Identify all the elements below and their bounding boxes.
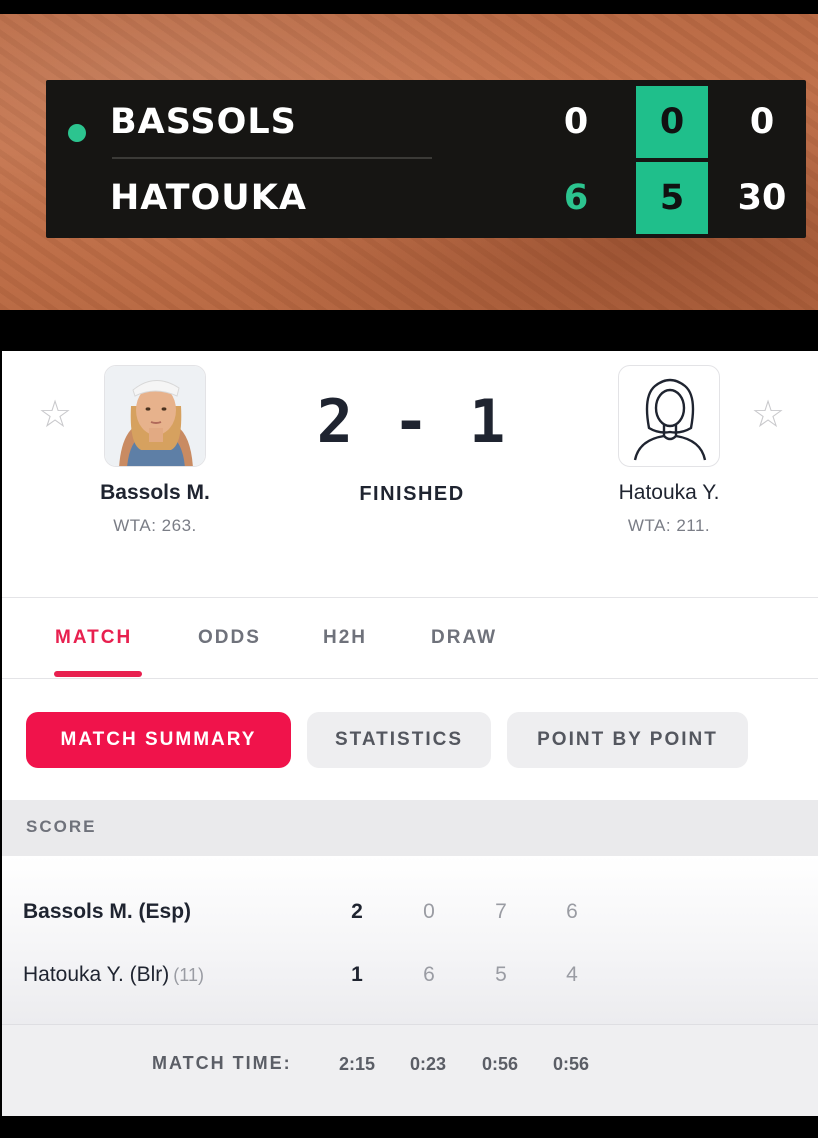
subtab-statistics[interactable]: STATISTICS [307, 712, 491, 768]
player-photo-bassols[interactable] [104, 365, 206, 467]
set-score: 5 [495, 963, 507, 986]
match-time-row: MATCH TIME: 2:15 0:23 0:56 0:56 [2, 1024, 818, 1116]
sets-won: 1 [351, 963, 363, 986]
set-time: 0:56 [481, 1054, 519, 1074]
set-time: 0:23 [409, 1054, 447, 1074]
active-tab-indicator [54, 671, 142, 677]
scoreboard-row-hatouka: HATOUKA 6 5 30 [46, 160, 806, 234]
score-section-header: SCORE [2, 800, 818, 856]
player-name-home[interactable]: Bassols M. [45, 481, 265, 505]
sets-won: 2 [351, 900, 363, 923]
match-score: 2 - 1 [316, 387, 508, 457]
match-time-label: MATCH TIME: [152, 1053, 292, 1073]
set-score: 4 [566, 963, 578, 986]
scoreboard-player-name: HATOUKA [110, 178, 307, 218]
score-table: Bassols M. (Esp) 2 0 7 6 Hatouka Y. (Blr… [2, 856, 818, 1024]
scoreboard-divider [112, 157, 432, 159]
scoreboard-row-bassols: BASSOLS 0 0 0 [46, 84, 806, 158]
player-rank-home: WTA: 263. [113, 516, 197, 535]
set-score: 6 [566, 900, 578, 923]
row-player-name: Bassols M. (Esp) [23, 900, 192, 923]
set-score: 7 [495, 900, 507, 923]
set-score: 6 [423, 963, 435, 986]
total-match-time: 2:15 [338, 1054, 376, 1074]
table-row[interactable]: Hatouka Y. (Blr) (11) 1 6 5 4 [2, 957, 818, 997]
tab-draw[interactable]: DRAW [431, 627, 497, 649]
divider [2, 678, 818, 679]
tab-h2h[interactable]: H2H [323, 627, 367, 649]
favorite-star-icon[interactable]: ☆ [748, 395, 788, 435]
scoreboard-player-name: BASSOLS [110, 102, 297, 142]
subtab-match-summary[interactable]: MATCH SUMMARY [26, 712, 291, 768]
scoreboard-game-points: 30 [737, 178, 787, 218]
scoreboard-set1: 6 [563, 178, 589, 218]
scoreboard-game-points: 0 [749, 102, 775, 142]
tv-scoreboard: BASSOLS 0 0 0 HATOUKA 6 5 30 [46, 80, 806, 238]
scoreboard-set1: 0 [563, 102, 589, 142]
set-time: 0:56 [552, 1054, 590, 1074]
subtab-point-by-point[interactable]: POINT BY POINT [507, 712, 748, 768]
favorite-star-icon[interactable]: ☆ [35, 395, 75, 435]
serving-indicator-icon [68, 124, 86, 142]
player-seed: (11) [173, 965, 204, 985]
tab-match[interactable]: MATCH [55, 627, 132, 649]
player-rank-away: WTA: 211. [627, 516, 711, 535]
score-header-label: SCORE [26, 817, 97, 836]
tab-odds[interactable]: ODDS [198, 627, 261, 649]
match-detail-screen: ☆ Bassols M. WTA: 263. 2 - 1 FINISHED ☆ … [2, 351, 818, 1116]
match-status: FINISHED [359, 483, 465, 505]
player-photo-placeholder-icon[interactable] [618, 365, 720, 467]
scoreboard-current-set: 5 [636, 162, 708, 234]
table-row[interactable]: Bassols M. (Esp) 2 0 7 6 [2, 894, 818, 934]
set-score: 0 [423, 900, 435, 923]
divider [2, 597, 818, 598]
row-player-name: Hatouka Y. (Blr) (11) [23, 963, 204, 986]
player-name-away[interactable]: Hatouka Y. [559, 481, 779, 505]
scoreboard-current-set: 0 [636, 86, 708, 158]
